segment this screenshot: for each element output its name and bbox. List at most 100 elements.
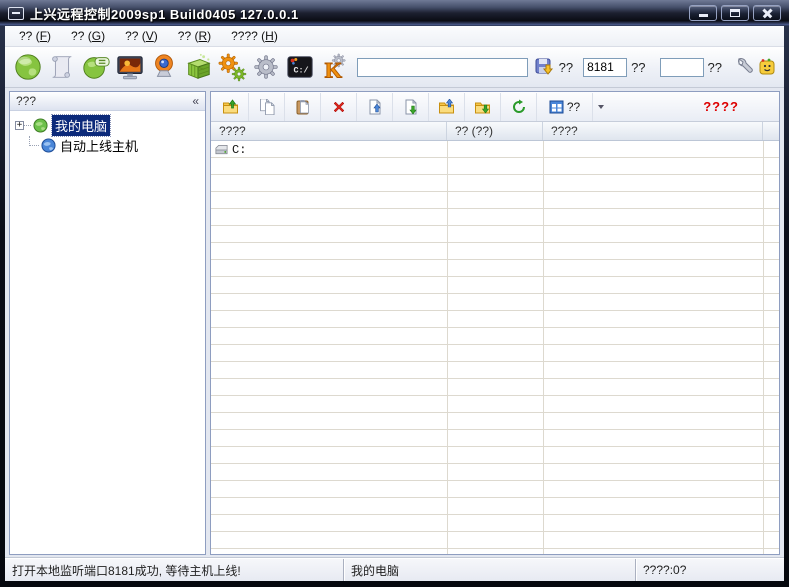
delete-button[interactable] (321, 93, 357, 121)
menu-file[interactable]: ?? (F) (9, 27, 61, 45)
blue-globe-icon (41, 138, 56, 153)
smiley-icon (757, 57, 777, 77)
settings-button[interactable] (249, 50, 283, 84)
maximize-icon (730, 9, 740, 17)
status-online-count: ????:0? (635, 559, 784, 581)
tree-item-auto-online-hosts[interactable]: 自动上线主机 (10, 135, 205, 155)
process-manager-button[interactable]: K (317, 50, 351, 84)
status-bar: 打开本地监听端口8181成功, 等待主机上线! 我的电脑 ????:0? (5, 558, 784, 581)
chat-button[interactable] (79, 50, 113, 84)
terminal-button[interactable]: C:/ (283, 50, 317, 84)
app-window: 上兴远程控制2009sp1 Build0405 127.0.0.1 ?? (F)… (0, 0, 789, 587)
copy-icon (259, 99, 275, 115)
screen-capture-button[interactable] (113, 50, 147, 84)
view-mode-dropdown[interactable] (593, 93, 609, 121)
up-folder-button[interactable] (213, 93, 249, 121)
svg-text:K: K (325, 57, 343, 82)
delete-icon (331, 99, 347, 115)
expand-icon[interactable]: + (15, 121, 24, 130)
tools-button[interactable] (734, 56, 756, 78)
upload-file-button[interactable] (357, 93, 393, 121)
address-input[interactable] (357, 58, 528, 77)
upload-folder-icon (438, 99, 455, 115)
hard-disk-icon (214, 144, 229, 156)
menu-view[interactable]: ?? (V) (115, 27, 168, 45)
status-message: 打开本地监听端口8181成功, 等待主机上线! (5, 559, 343, 581)
globe-icon (13, 52, 43, 82)
window-controls (689, 5, 781, 21)
copy-button[interactable] (249, 93, 285, 121)
minimize-button[interactable] (689, 5, 717, 21)
registry-button[interactable] (181, 50, 215, 84)
save-list-button[interactable] (533, 56, 555, 78)
monitor-icon (115, 52, 145, 82)
download-file-icon (403, 99, 419, 115)
upload-folder-button[interactable] (429, 93, 465, 121)
menu-bar: ?? (F) ?? (G) ?? (V) ?? (R) ???? (H) (5, 26, 784, 47)
minimize-icon (699, 14, 708, 17)
gear-icon (251, 52, 281, 82)
view-mode-button[interactable]: ?? (537, 93, 593, 121)
folder-up-icon (222, 99, 239, 115)
column-header-size[interactable]: ?? (??) (447, 122, 543, 140)
extra-label: ?? (708, 60, 722, 75)
services-button[interactable] (215, 50, 249, 84)
file-table-body: C: (211, 141, 779, 554)
menu-run[interactable]: ?? (R) (168, 27, 221, 45)
view-grid-icon (549, 100, 564, 114)
column-header-empty[interactable] (763, 122, 779, 140)
chevron-down-icon (598, 105, 604, 109)
gears-icon (217, 52, 247, 82)
window-title: 上兴远程控制2009sp1 Build0405 127.0.0.1 (30, 4, 299, 23)
wrench-icon (735, 57, 755, 77)
close-button[interactable] (753, 5, 781, 21)
sidebar-header: ??? « (10, 92, 205, 111)
app-icon (8, 7, 24, 20)
webcam-icon (149, 52, 179, 82)
globe-chat-icon (81, 52, 111, 82)
remote-desktop-button[interactable] (11, 50, 45, 84)
port-input[interactable] (583, 58, 627, 77)
file-browser-panel: ?? ???? ???? ?? (??) ???? (210, 91, 780, 555)
k-gear-icon: K (319, 52, 349, 82)
extra-input[interactable] (660, 58, 704, 77)
menu-tools[interactable]: ?? (G) (61, 27, 115, 45)
hosts-sidebar: ??? « + 我的电脑 (9, 91, 206, 555)
menu-help[interactable]: ???? (H) (221, 27, 288, 45)
sidebar-title: ??? (16, 94, 36, 108)
terminal-icon: C:/ (285, 52, 315, 82)
svg-text:C:/: C:/ (293, 66, 308, 76)
download-folder-button[interactable] (465, 93, 501, 121)
tree-item-my-computer[interactable]: + 我的电脑 (10, 115, 205, 135)
collapse-sidebar-button[interactable]: « (192, 94, 199, 108)
maximize-button[interactable] (721, 5, 749, 21)
column-header-name[interactable]: ???? (211, 122, 447, 140)
tree-item-label: 我的电脑 (52, 115, 110, 136)
paste-icon (295, 99, 311, 115)
table-row-drive-c[interactable]: C: (211, 141, 779, 158)
close-icon (762, 8, 773, 19)
port-label: ?? (631, 60, 645, 75)
download-folder-icon (474, 99, 491, 115)
download-file-button[interactable] (393, 93, 429, 121)
file-table-header: ???? ?? (??) ???? (211, 122, 779, 141)
column-header-type[interactable]: ???? (543, 122, 763, 140)
status-current-host: 我的电脑 (343, 559, 635, 581)
title-bar: 上兴远程控制2009sp1 Build0405 127.0.0.1 (0, 0, 789, 26)
refresh-button[interactable] (501, 93, 537, 121)
about-button[interactable] (756, 56, 778, 78)
scroll-icon (47, 52, 77, 82)
script-button[interactable] (45, 50, 79, 84)
webcam-button[interactable] (147, 50, 181, 84)
drive-name: C: (232, 143, 246, 157)
view-mode-label: ?? (567, 100, 580, 114)
file-toolbar-notice: ???? (703, 99, 739, 114)
refresh-icon (511, 99, 527, 115)
main-toolbar: C:/ K ?? ?? ?? (5, 47, 784, 88)
host-tree: + 我的电脑 (10, 111, 205, 155)
cube-icon (183, 52, 213, 82)
save-label: ?? (559, 60, 573, 75)
file-toolbar: ?? ???? (211, 92, 779, 122)
content-area: ??? « + 我的电脑 (5, 88, 784, 558)
paste-button[interactable] (285, 93, 321, 121)
